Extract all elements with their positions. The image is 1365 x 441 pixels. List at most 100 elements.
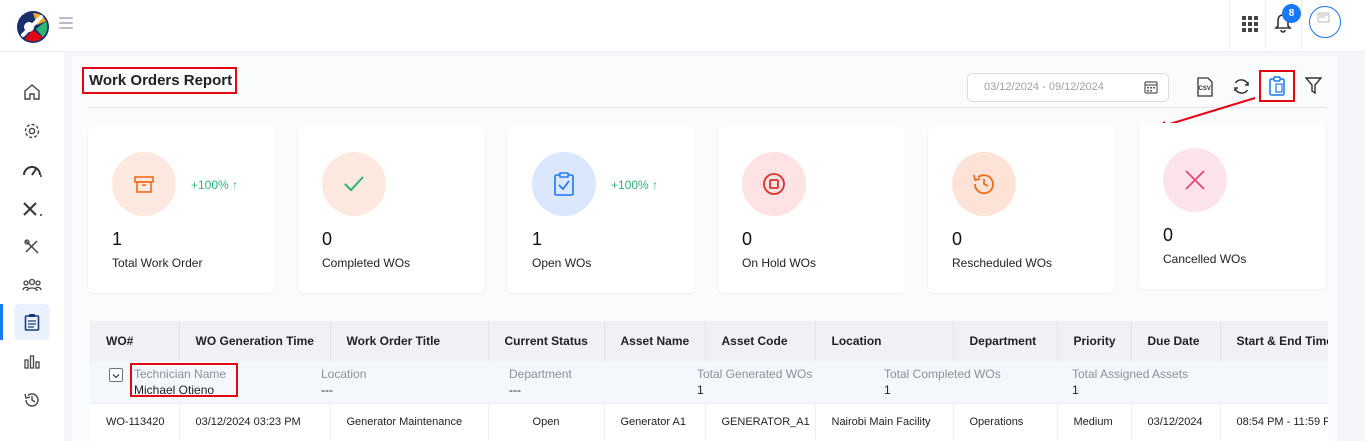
stat-card-completed[interactable]: 0 Completed WOs (298, 127, 485, 293)
column-header-asset-code[interactable]: Asset Code (705, 321, 816, 361)
gauge-icon (23, 166, 42, 177)
sidebar-item-tools[interactable] (14, 229, 50, 265)
history-icon (24, 393, 39, 407)
cell-asset-code: GENERATOR_A1 (705, 402, 816, 440)
divider (1265, 0, 1266, 50)
group-department: Department --- (509, 367, 572, 397)
sidebar-item-maintenance[interactable] (14, 191, 50, 227)
sidebar-item-reports[interactable] (0, 304, 50, 340)
stat-label: Cancelled WOs (1163, 252, 1247, 266)
apps-grid-icon[interactable] (1242, 16, 1258, 32)
table-row[interactable]: WO-113420 03/12/2024 03:23 PM Generator … (90, 402, 1328, 440)
column-header-priority[interactable]: Priority (1057, 321, 1132, 361)
column-header-start-end-time[interactable]: Start & End Time (1220, 321, 1328, 361)
title-divider (88, 107, 1326, 108)
group-total-completed: Total Completed WOs 1 (884, 367, 1001, 397)
group-label: Total Generated WOs (697, 367, 813, 381)
stat-card-open[interactable]: +100% ↑ 1 Open WOs (508, 127, 695, 293)
group-total-generated: Total Generated WOs 1 (697, 367, 812, 397)
wrench-screwdriver-icon (24, 239, 39, 254)
group-technician: Technician Name Michael Otieno (134, 367, 226, 397)
csv-label: CSV (1199, 86, 1211, 92)
table-header-row: WO# WO Generation Time Work Order Title … (90, 321, 1328, 361)
cell-status: Open (488, 402, 605, 440)
cell-department: Operations (953, 402, 1058, 440)
group-location: Location --- (321, 367, 366, 397)
home-icon (24, 84, 40, 100)
clipboard-icon (24, 314, 40, 331)
cell-location: Nairobi Main Facility (815, 402, 954, 440)
stat-count: 1 (112, 229, 123, 249)
group-total-assets: Total Assigned Assets 1 (1072, 367, 1188, 397)
column-header-location[interactable]: Location (815, 321, 954, 361)
group-label: Total Completed WOs (884, 367, 1001, 381)
stat-count: 0 (322, 229, 333, 249)
user-avatar[interactable] (1309, 6, 1341, 38)
column-header-title[interactable]: Work Order Title (330, 321, 489, 361)
group-expand-toggle[interactable] (109, 368, 123, 382)
group-label: Technician Name (134, 367, 227, 381)
divider (1229, 0, 1230, 50)
sidebar-item-settings[interactable] (14, 113, 50, 149)
tools-icon (23, 202, 42, 216)
cell-title: Generator Maintenance (330, 402, 489, 440)
x-icon (1163, 148, 1227, 212)
stat-label: On Hold WOs (742, 256, 817, 270)
sidebar-item-dashboard[interactable] (14, 152, 50, 188)
stat-card-on-hold[interactable]: 0 On Hold WOs (718, 127, 905, 293)
stat-count: 1 (532, 229, 543, 249)
column-header-generation-time[interactable]: WO Generation Time (179, 321, 331, 361)
sidebar-item-users[interactable] (14, 267, 50, 303)
box-icon (112, 152, 176, 216)
group-value: --- (321, 383, 333, 397)
column-header-department[interactable]: Department (953, 321, 1058, 361)
stat-card-total[interactable]: +100% ↑ 1 Total Work Order (88, 127, 275, 293)
stat-label: Total Work Order (112, 256, 203, 270)
bar-chart-icon (24, 355, 40, 369)
page-title: Work Orders Report (82, 67, 237, 94)
group-value: 1 (1072, 383, 1079, 397)
column-header-due-date[interactable]: Due Date (1131, 321, 1221, 361)
group-value: 1 (884, 383, 891, 397)
sidebar (0, 52, 64, 441)
cell-asset-name: Generator A1 (604, 402, 706, 440)
stat-label: Rescheduled WOs (952, 256, 1053, 270)
users-icon (22, 278, 42, 292)
stat-label: Open WOs (532, 256, 592, 270)
clipboard-check-icon (532, 152, 596, 216)
sidebar-item-analytics[interactable] (14, 343, 50, 379)
stat-card-rescheduled[interactable]: 0 Rescheduled WOs (928, 127, 1115, 293)
gear-icon (24, 123, 40, 139)
column-header-wo-number[interactable]: WO# (90, 321, 180, 361)
group-label: Department (509, 367, 572, 381)
sidebar-item-history[interactable] (14, 382, 50, 418)
date-range-input[interactable]: 03/12/2024 - 09/12/2024 (967, 73, 1169, 102)
cell-due-date: 03/12/2024 (1131, 402, 1221, 440)
notification-badge: 8 (1282, 4, 1301, 23)
filter-icon[interactable] (1305, 77, 1322, 95)
stop-circle-icon (742, 152, 806, 216)
cell-start-end-time: 08:54 PM - 11:59 PM (1220, 402, 1328, 440)
calendar-icon[interactable] (1144, 80, 1158, 94)
column-header-status[interactable]: Current Status (488, 321, 605, 361)
chevron-down-icon (112, 374, 120, 379)
trend-indicator: +100% ↑ (191, 178, 239, 192)
divider (1301, 0, 1302, 50)
top-bar: 8 (0, 0, 1365, 52)
stat-count: 0 (952, 229, 963, 249)
menu-toggle-icon[interactable] (59, 17, 73, 29)
group-value: Michael Otieno (134, 383, 215, 397)
stat-card-cancelled[interactable]: 0 Cancelled WOs (1139, 123, 1326, 289)
cell-priority: Medium (1057, 402, 1132, 440)
history-icon (952, 152, 1016, 216)
group-label: Total Assigned Assets (1072, 367, 1189, 381)
work-orders-table: WO# WO Generation Time Work Order Title … (90, 321, 1328, 441)
stat-count: 0 (1163, 225, 1174, 245)
check-icon (322, 152, 386, 216)
sidebar-item-home[interactable] (14, 74, 50, 110)
cell-wo-number[interactable]: WO-113420 (90, 402, 180, 440)
stat-label: Completed WOs (322, 256, 411, 270)
column-header-asset-name[interactable]: Asset Name (604, 321, 706, 361)
app-logo[interactable] (15, 9, 51, 45)
group-label: Location (321, 367, 367, 381)
